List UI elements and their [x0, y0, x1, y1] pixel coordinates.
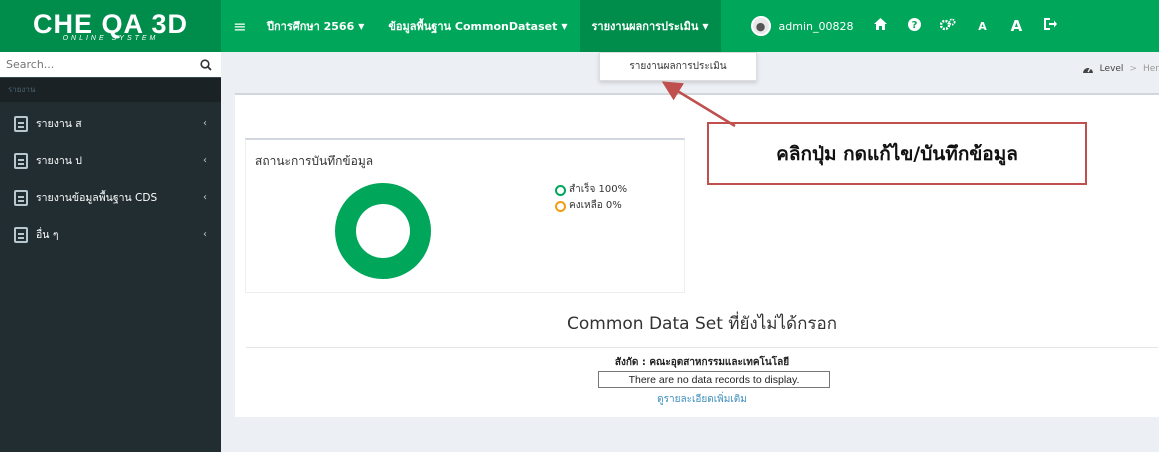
document-icon: [14, 189, 28, 206]
nav-cds-dropdown[interactable]: ข้อมูลพื้นฐาน CommonDataset ▼: [376, 0, 579, 52]
nav-cds-label: ข้อมูลพื้นฐาน CommonDataset: [388, 20, 558, 33]
app-logo[interactable]: CHE QA 3D ONLINE SYSTEM: [0, 0, 221, 52]
logout-icon[interactable]: [1033, 18, 1067, 34]
status-donut-chart: [335, 183, 431, 279]
nav-report-label: รายงานผลการประเมิน: [591, 20, 699, 33]
sidebar-item-report-cds[interactable]: รายงานข้อมูลพื้นฐาน CDS ‹: [0, 179, 221, 216]
donut-slice-0: [335, 183, 431, 279]
legend-success-label: สำเร็จ 100%: [569, 184, 628, 195]
sidebar: รายงาน รายงาน ส ‹ รายงาน ป ‹ รายงานข้อมู…: [0, 52, 221, 452]
breadcrumb-level[interactable]: Level: [1100, 64, 1124, 74]
affiliation-text: สังกัด : คณะอุตสาหกรรมและเทคโนโลยี: [614, 357, 790, 368]
document-icon: [14, 226, 28, 243]
sidebar-item-report-p[interactable]: รายงาน ป ‹: [0, 142, 221, 179]
sidebar-item-report-s[interactable]: รายงาน ส ‹: [0, 105, 221, 142]
chart-legend: สำเร็จ 100% คงเหลือ 0%: [555, 182, 627, 214]
sidebar-header: รายงาน: [0, 78, 221, 102]
document-icon: [14, 115, 28, 132]
section-title: Common Data Set ที่ยังไม่ได้กรอก: [246, 310, 1158, 348]
sidebar-item-label: อื่น ๆ: [36, 229, 59, 241]
sidebar-item-label: รายงาน ป: [36, 155, 82, 167]
nav-report-dropdown[interactable]: รายงานผลการประเมิน ▼: [579, 0, 721, 52]
sidebar-search: [0, 52, 221, 78]
font-increase-button[interactable]: A: [999, 17, 1033, 35]
help-icon[interactable]: ?: [897, 17, 931, 35]
instruction-callout: คลิกปุ่ม กดแก้ไข/บันทึกข้อมูล: [707, 122, 1087, 185]
search-button[interactable]: [191, 52, 221, 77]
dashboard-icon: [1082, 67, 1093, 73]
caret-down-icon: ▼: [702, 21, 709, 31]
svg-text:?: ?: [912, 20, 918, 31]
caret-down-icon: ▼: [561, 21, 568, 31]
breadcrumb-separator: >: [1129, 64, 1137, 74]
username: admin_00828: [778, 19, 854, 33]
legend-remaining-marker: [555, 200, 566, 212]
breadcrumb: Level > Her: [1082, 64, 1159, 74]
legend-item-success: สำเร็จ 100%: [555, 182, 627, 198]
chevron-left-icon: ‹: [203, 229, 207, 240]
legend-remaining-label: คงเหลือ 0%: [569, 200, 622, 211]
chevron-left-icon: ‹: [203, 118, 207, 129]
sidebar-item-label: รายงานข้อมูลพื้นฐาน CDS: [36, 192, 158, 204]
nav-year-label: ปีการศึกษา 2566: [267, 20, 355, 33]
more-details-link[interactable]: ดูรายละเอียดเพิ่มเติม: [246, 392, 1158, 407]
sidebar-item-others[interactable]: อื่น ๆ ‹: [0, 216, 221, 253]
callout-text: คลิกปุ่ม กดแก้ไข/บันทึกข้อมูล: [776, 142, 1018, 165]
nav-year-dropdown[interactable]: ปีการศึกษา 2566 ▼: [255, 0, 376, 52]
avatar: ●: [750, 16, 771, 36]
home-icon[interactable]: [863, 18, 897, 34]
menu-icon[interactable]: ≡: [225, 17, 255, 36]
logo-text: CHE QA 3D: [32, 8, 189, 39]
dropdown-item-report[interactable]: รายงานผลการประเมิน: [629, 59, 726, 74]
user-menu[interactable]: ● admin_00828: [741, 16, 864, 36]
settings-icon[interactable]: [931, 18, 965, 35]
font-decrease-button[interactable]: A: [965, 20, 999, 33]
search-input[interactable]: [0, 52, 191, 77]
sidebar-item-label: รายงาน ส: [36, 118, 82, 130]
breadcrumb-current: Her: [1142, 64, 1159, 74]
report-dropdown-menu: รายงานผลการประเมิน: [599, 52, 757, 81]
chevron-left-icon: ‹: [203, 192, 207, 203]
search-icon: [200, 58, 212, 71]
caret-down-icon: ▼: [358, 21, 365, 31]
document-icon: [14, 152, 28, 169]
chevron-left-icon: ‹: [203, 155, 207, 166]
legend-success-marker: [555, 184, 566, 196]
chart-title: สถานะการบันทึกข้อมูล: [255, 154, 374, 168]
top-navbar: ≡ ปีการศึกษา 2566 ▼ ข้อมูลพื้นฐาน Common…: [221, 0, 1159, 52]
no-data-message: There are no data records to display.: [598, 371, 830, 388]
legend-item-remaining: คงเหลือ 0%: [555, 198, 627, 214]
